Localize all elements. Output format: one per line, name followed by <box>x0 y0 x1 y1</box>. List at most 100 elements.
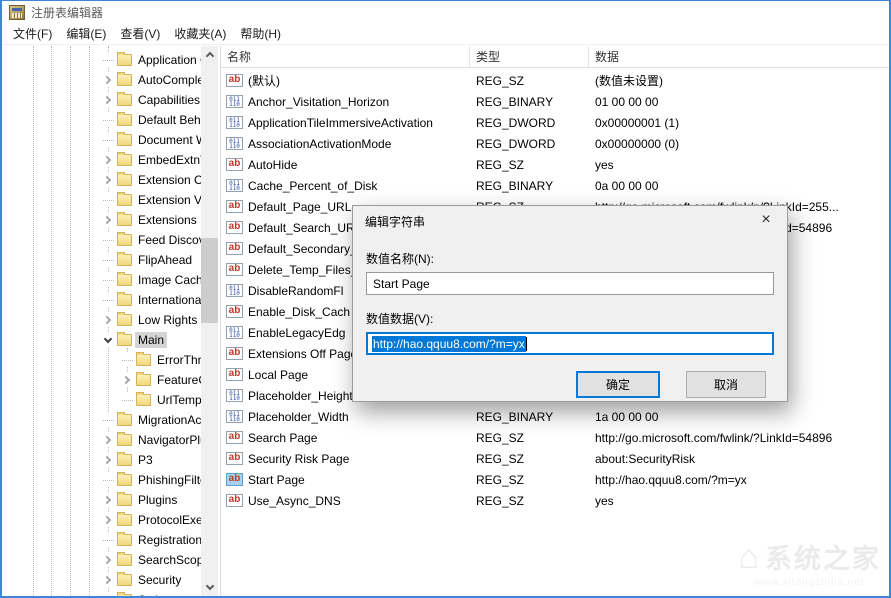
title-bar[interactable]: 注册表编辑器 <box>2 1 889 23</box>
menu-item-e[interactable]: 编辑(E) <box>59 22 113 45</box>
menu-item-f[interactable]: 文件(F) <box>6 22 59 45</box>
value-name-field[interactable]: Start Page <box>366 272 774 295</box>
chevron-down-icon[interactable] <box>101 333 115 347</box>
tree-item-label[interactable]: Capabilities <box>135 92 201 108</box>
tree-item-image-caching[interactable]: Image Caching <box>2 270 201 290</box>
tree-item-extension-validation[interactable]: Extension Validation <box>2 190 201 210</box>
tree-item-styles[interactable]: Styles <box>2 590 201 596</box>
tree-item-label[interactable]: Default Behaviors <box>135 112 201 128</box>
chevron-right-icon[interactable] <box>101 493 115 507</box>
value-name[interactable]: (默认) <box>248 72 470 89</box>
menu-item-a[interactable]: 收藏夹(A) <box>167 22 233 45</box>
chevron-right-icon[interactable] <box>101 553 115 567</box>
column-header-name[interactable]: 名称 <box>221 46 470 67</box>
tree-item-label[interactable]: ProtocolExecute <box>135 512 201 528</box>
tree-item-document-windows[interactable]: Document Windows <box>2 130 201 150</box>
value-data-input[interactable]: http://hao.qquu8.com/?m=yx <box>366 332 774 355</box>
tree-item-label[interactable]: International <box>135 292 201 308</box>
value-name[interactable]: Placeholder_Width <box>248 410 470 424</box>
tree-item-main[interactable]: Main <box>2 330 201 350</box>
registry-value-row-[interactable]: ab(默认)REG_SZ(数值未设置) <box>221 70 889 91</box>
value-name[interactable]: Security Risk Page <box>248 452 470 466</box>
chevron-right-icon[interactable] <box>101 93 115 107</box>
tree-item-label[interactable]: Low Rights <box>135 312 200 328</box>
registry-value-row-cache-percent-of-disk[interactable]: 011110Cache_Percent_of_DiskREG_BINARY0a … <box>221 175 889 196</box>
registry-value-row-start-page[interactable]: abStart PageREG_SZhttp://hao.qquu8.com/?… <box>221 469 889 490</box>
tree-item-application-compatibility[interactable]: Application Compatibility <box>2 50 201 70</box>
registry-value-row-anchor-visitation-horizon[interactable]: 011110Anchor_Visitation_HorizonREG_BINAR… <box>221 91 889 112</box>
tree-item-label[interactable]: FlipAhead <box>135 252 195 268</box>
tree-item-label[interactable]: UrlTemplate <box>154 392 201 408</box>
tree-item-navigatorpluginslist[interactable]: NavigatorPluginsList <box>2 430 201 450</box>
scroll-down-button[interactable] <box>201 579 218 596</box>
tree-item-label[interactable]: Main <box>135 332 167 348</box>
tree-item-international[interactable]: International <box>2 290 201 310</box>
tree-item-security[interactable]: Security <box>2 570 201 590</box>
dialog-title-bar[interactable]: 编辑字符串 <box>353 206 787 236</box>
value-name[interactable]: Use_Async_DNS <box>248 494 470 508</box>
tree-item-featurecontrol[interactable]: FeatureControl <box>2 370 201 390</box>
chevron-right-icon[interactable] <box>101 453 115 467</box>
tree-item-extensions[interactable]: Extensions <box>2 210 201 230</box>
chevron-right-icon[interactable] <box>120 373 134 387</box>
registry-value-row-placeholder-width[interactable]: 011110Placeholder_WidthREG_BINARY1a 00 0… <box>221 406 889 427</box>
registry-value-row-use-async-dns[interactable]: abUse_Async_DNSREG_SZyes <box>221 490 889 511</box>
tree-item-label[interactable]: Extension Validation <box>135 192 201 208</box>
tree-item-migrationactions[interactable]: MigrationActions <box>2 410 201 430</box>
tree-item-feed-discovery[interactable]: Feed Discovery <box>2 230 201 250</box>
value-name[interactable]: Anchor_Visitation_Horizon <box>248 95 470 109</box>
tree-item-label[interactable]: Registration <box>135 532 201 548</box>
registry-value-row-autohide[interactable]: abAutoHideREG_SZyes <box>221 154 889 175</box>
tree-item-label[interactable]: Document Windows <box>135 132 201 148</box>
tree-item-default-behaviors[interactable]: Default Behaviors <box>2 110 201 130</box>
chevron-right-icon[interactable] <box>101 73 115 87</box>
tree-item-label[interactable]: Styles <box>135 592 174 596</box>
tree-item-label[interactable]: Image Caching <box>135 272 201 288</box>
tree-item-label[interactable]: PhishingFilter <box>135 472 201 488</box>
value-name[interactable]: AssociationActivationMode <box>248 137 470 151</box>
tree-item-label[interactable]: SearchScopes <box>135 552 201 568</box>
tree-item-label[interactable]: AutoComplete <box>135 72 201 88</box>
tree-item-low-rights[interactable]: Low Rights <box>2 310 201 330</box>
ok-button[interactable]: 确定 <box>576 371 660 398</box>
cancel-button[interactable]: 取消 <box>686 371 766 398</box>
tree-item-protocolexecute[interactable]: ProtocolExecute <box>2 510 201 530</box>
column-header-type[interactable]: 类型 <box>470 46 589 67</box>
tree-item-flipahead[interactable]: FlipAhead <box>2 250 201 270</box>
registry-value-row-security-risk-page[interactable]: abSecurity Risk PageREG_SZabout:Security… <box>221 448 889 469</box>
menu-item-h[interactable]: 帮助(H) <box>233 22 288 45</box>
tree-item-embedextntoclsidmappings[interactable]: EmbedExtnToClsidMappings <box>2 150 201 170</box>
value-name[interactable]: Start Page <box>248 473 470 487</box>
registry-value-row-applicationtileimmersiveactivation[interactable]: 011110ApplicationTileImmersiveActivation… <box>221 112 889 133</box>
tree-item-label[interactable]: Extensions <box>135 212 200 228</box>
tree-item-label[interactable]: EmbedExtnToClsidMappings <box>135 152 201 168</box>
scroll-up-button[interactable] <box>201 46 218 63</box>
value-name[interactable]: ApplicationTileImmersiveActivation <box>248 116 470 130</box>
tree-item-label[interactable]: P3 <box>135 452 156 468</box>
column-header-data[interactable]: 数据 <box>589 46 889 67</box>
chevron-right-icon[interactable] <box>101 433 115 447</box>
tree-item-plugins[interactable]: Plugins <box>2 490 201 510</box>
tree-item-label[interactable]: FeatureControl <box>154 372 201 388</box>
scrollbar-thumb[interactable] <box>201 238 218 323</box>
registry-value-row-associationactivationmode[interactable]: 011110AssociationActivationModeREG_DWORD… <box>221 133 889 154</box>
tree-item-urltemplate[interactable]: UrlTemplate <box>2 390 201 410</box>
value-name[interactable]: AutoHide <box>248 158 470 172</box>
tree-item-label[interactable]: ErrorThresholds <box>154 352 201 368</box>
tree-item-label[interactable]: Security <box>135 572 184 588</box>
value-name[interactable]: Search Page <box>248 431 470 445</box>
close-icon[interactable]: × <box>745 206 787 234</box>
menu-item-v[interactable]: 查看(V) <box>113 22 167 45</box>
tree-item-errorthresholds[interactable]: ErrorThresholds <box>2 350 201 370</box>
tree-item-label[interactable]: Application Compatibility <box>135 52 201 68</box>
tree-item-p3[interactable]: P3 <box>2 450 201 470</box>
value-name[interactable]: Cache_Percent_of_Disk <box>248 179 470 193</box>
tree-item-extension-compatibility[interactable]: Extension Compatibility <box>2 170 201 190</box>
chevron-right-icon[interactable] <box>101 213 115 227</box>
chevron-right-icon[interactable] <box>101 313 115 327</box>
tree-item-registration[interactable]: Registration <box>2 530 201 550</box>
tree-item-searchscopes[interactable]: SearchScopes <box>2 550 201 570</box>
tree-item-capabilities[interactable]: Capabilities <box>2 90 201 110</box>
tree-item-label[interactable]: NavigatorPluginsList <box>135 432 201 448</box>
registry-value-row-search-page[interactable]: abSearch PageREG_SZhttp://go.microsoft.c… <box>221 427 889 448</box>
